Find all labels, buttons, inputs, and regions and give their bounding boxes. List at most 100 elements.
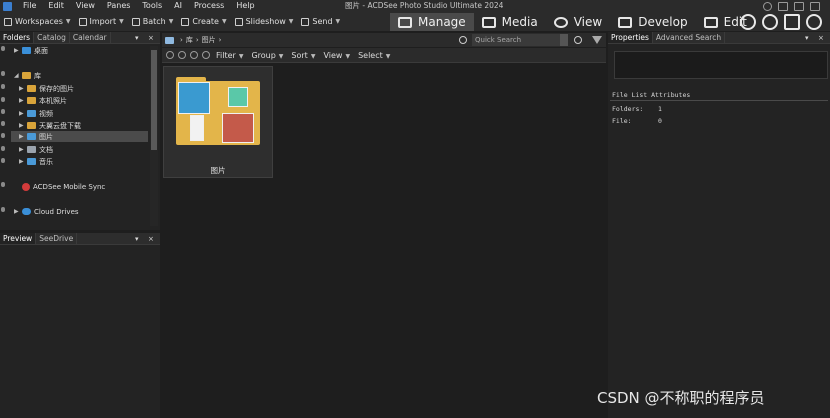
menu-file[interactable]: File: [17, 0, 42, 12]
tab-preview[interactable]: Preview: [0, 233, 37, 244]
view-dropdown[interactable]: View ▼: [319, 51, 354, 60]
home-icon[interactable]: [166, 51, 174, 59]
create-button[interactable]: Create ▼: [177, 17, 230, 26]
forward-icon[interactable]: [190, 51, 198, 59]
mode-view[interactable]: View: [546, 13, 610, 31]
tab-calendar[interactable]: Calendar: [70, 32, 111, 43]
refresh-icon[interactable]: [459, 36, 467, 44]
tree-item-local-photos[interactable]: ▶ 本机照片: [19, 95, 67, 106]
minimize-icon[interactable]: [778, 1, 788, 11]
breadcrumb-pictures[interactable]: 图片: [202, 35, 216, 45]
tree-item-desktop[interactable]: ▶ 桌面: [14, 45, 48, 56]
close-panel-icon[interactable]: ×: [818, 32, 824, 44]
expand-arrow-icon[interactable]: ▶: [19, 122, 27, 129]
tab-advanced-search[interactable]: Advanced Search: [653, 32, 726, 43]
mode-develop[interactable]: Develop: [610, 13, 695, 31]
tree-item-music[interactable]: ▶ 音乐: [19, 156, 53, 167]
menu-process[interactable]: Process: [188, 0, 230, 12]
menu-view[interactable]: View: [70, 0, 101, 12]
filter-funnel-icon[interactable]: [592, 36, 602, 44]
tab-catalog[interactable]: Catalog: [34, 32, 70, 43]
expand-arrow-icon[interactable]: ▶: [14, 47, 22, 54]
tree-label: Cloud Drives: [34, 207, 79, 216]
online-icon[interactable]: [806, 14, 822, 30]
close-panel-icon[interactable]: ×: [148, 233, 154, 245]
dashboard-icon[interactable]: [784, 14, 800, 30]
pin-icon[interactable]: ▾: [805, 32, 809, 44]
breadcrumb-library[interactable]: 库: [186, 35, 193, 45]
pin-marker-icon: [1, 207, 5, 212]
tab-folders[interactable]: Folders: [0, 32, 35, 43]
slideshow-button[interactable]: Slideshow ▼: [231, 17, 298, 26]
pin-icon[interactable]: ▾: [135, 32, 139, 44]
expand-arrow-icon[interactable]: ▶: [14, 208, 22, 215]
pictures-folder-icon: [27, 133, 36, 140]
group-label: Group: [251, 50, 276, 60]
menu-panes[interactable]: Panes: [101, 0, 137, 12]
tree-item-cloud-drives[interactable]: ▶ Cloud Drives: [14, 206, 79, 217]
search-dropdown-icon[interactable]: [560, 34, 568, 46]
tree-item-documents[interactable]: ▶ 文档: [19, 144, 53, 155]
chevron-down-icon: ▼: [288, 18, 294, 25]
expand-arrow-icon[interactable]: ▶: [19, 146, 27, 153]
workspaces-button[interactable]: Workspaces ▼: [0, 17, 75, 26]
filter-dropdown[interactable]: Filter ▼: [212, 51, 247, 60]
expand-arrow-icon[interactable]: ▶: [19, 133, 27, 140]
face-icon[interactable]: [740, 14, 756, 30]
mode-media-label: Media: [501, 15, 538, 29]
collapse-arrow-icon[interactable]: ◢: [14, 72, 22, 79]
expand-arrow-icon[interactable]: ▶: [19, 97, 27, 104]
sort-dropdown[interactable]: Sort ▼: [287, 51, 319, 60]
close-panel-icon[interactable]: ×: [148, 32, 154, 44]
attr-folders-value: 1: [658, 105, 662, 113]
sort-label: Sort: [291, 50, 308, 60]
breadcrumb-sep: ›: [218, 36, 222, 44]
batch-button[interactable]: Batch ▼: [128, 17, 178, 26]
search-icon[interactable]: [574, 36, 582, 44]
tree-item-cloud-download[interactable]: ▶ 天翼云盘下载: [19, 120, 81, 131]
account-icon[interactable]: [763, 1, 772, 11]
tree-item-pictures[interactable]: ▶ 图片: [19, 131, 53, 142]
folder-icon: [27, 122, 36, 129]
properties-panel: Properties Advanced Search ▾ ×: [608, 32, 830, 418]
send-button[interactable]: Send ▼: [297, 17, 344, 26]
pin-marker-icon: [1, 133, 5, 138]
quick-search-input[interactable]: Quick Search: [472, 34, 568, 46]
create-label: Create: [192, 17, 219, 26]
mobile-sync-icon: [22, 182, 30, 191]
menu-edit[interactable]: Edit: [42, 0, 70, 12]
back-icon[interactable]: [178, 51, 186, 59]
develop-icon: [618, 16, 633, 28]
chevron-down-icon: ▼: [221, 18, 227, 25]
expand-arrow-icon[interactable]: ▶: [19, 110, 27, 117]
group-dropdown[interactable]: Group ▼: [247, 51, 287, 60]
tree-item-saved-pictures[interactable]: ▶ 保存的图片: [19, 83, 74, 94]
folders-scroll-thumb[interactable]: [151, 50, 157, 150]
menu-ai[interactable]: AI: [168, 0, 188, 12]
365-icon[interactable]: [762, 14, 778, 30]
menu-help[interactable]: Help: [230, 0, 260, 12]
pin-marker-icon: [1, 84, 5, 89]
expand-arrow-icon[interactable]: ▶: [19, 85, 27, 92]
close-window-icon[interactable]: [810, 1, 820, 11]
documents-folder-icon: [27, 146, 36, 153]
select-dropdown[interactable]: Select ▼: [354, 51, 394, 60]
chevron-down-icon: ▼: [345, 52, 351, 60]
pin-icon[interactable]: ▾: [135, 233, 139, 245]
tab-seedrive[interactable]: SeeDrive: [36, 233, 78, 244]
tree-item-videos[interactable]: ▶ 视频: [19, 108, 53, 119]
tab-properties[interactable]: Properties: [608, 32, 653, 43]
mode-media[interactable]: Media: [474, 13, 546, 31]
preview-panel-tabs: Preview SeeDrive ▾ ×: [0, 233, 160, 245]
import-button[interactable]: Import ▼: [75, 17, 128, 26]
expand-arrow-icon[interactable]: ▶: [19, 158, 27, 165]
folder-thumbnail[interactable]: 图片: [163, 66, 273, 178]
tree-item-mobile-sync[interactable]: ACDSee Mobile Sync: [14, 181, 105, 192]
mode-manage[interactable]: Manage: [390, 13, 474, 31]
restore-icon[interactable]: [794, 1, 804, 11]
up-icon[interactable]: [202, 51, 210, 59]
pin-marker-icon: [1, 182, 5, 187]
menu-tools[interactable]: Tools: [136, 0, 168, 12]
thumb-photo-1: [178, 82, 210, 114]
tree-item-library[interactable]: ◢ 库: [14, 70, 41, 81]
